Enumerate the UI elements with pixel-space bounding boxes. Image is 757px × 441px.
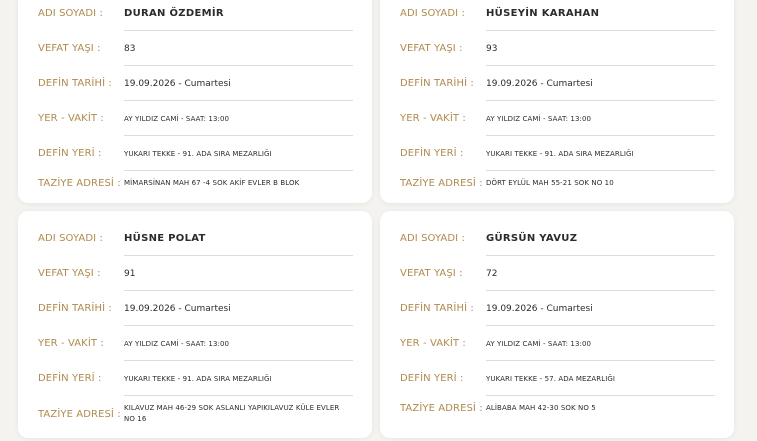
name-label: ADI SOYADI :: [400, 233, 465, 244]
place-value: YUKARI TEKKE - 91. ADA SIRA MEZARLIĞI: [124, 374, 272, 383]
age-value: 93: [486, 43, 498, 54]
address-value: ALİBABA MAH 42-30 SOK NO 5: [486, 404, 596, 412]
time-label: YER - VAKİT :: [38, 338, 104, 349]
time-value: AY YILDIZ CAMİ - SAAT: 13:00: [486, 114, 592, 123]
place-row: DEFİN YERİ : YUKARI TEKKE - 91. ADA SIRA…: [400, 136, 715, 171]
time-row: YER - VAKİT : AY YILDIZ CAMİ - SAAT: 13:…: [38, 326, 353, 361]
time-row: YER - VAKİT : AY YILDIZ CAMİ - SAAT: 13:…: [400, 326, 715, 361]
name-value: GÜRSÜN YAVUZ: [486, 233, 578, 244]
time-value: AY YILDIZ CAMİ - SAAT: 13:00: [486, 339, 592, 348]
address-label: TAZİYE ADRESİ :: [38, 408, 121, 420]
obituary-card: ADI SOYADI : GÜRSÜN YAVUZ VEFAT YAŞI : 7…: [380, 211, 734, 438]
time-row: YER - VAKİT : AY YILDIZ CAMİ - SAAT: 13:…: [400, 101, 715, 136]
age-row: VEFAT YAŞI : 72: [400, 256, 715, 291]
age-label: VEFAT YAŞI :: [400, 268, 463, 279]
place-row: DEFİN YERİ : YUKARI TEKKE - 57. ADA MEZA…: [400, 361, 715, 396]
date-value: 19.09.2026 - Cumartesi: [124, 78, 231, 89]
place-value: YUKARI TEKKE - 57. ADA MEZARLIĞI: [486, 374, 616, 383]
date-label: DEFİN TARİHİ :: [38, 78, 112, 89]
age-value: 83: [124, 43, 136, 54]
date-value: 19.09.2026 - Cumartesi: [486, 303, 593, 314]
obituary-card: ADI SOYADI : HÜSEYİN KARAHAN VEFAT YAŞI …: [380, 0, 734, 203]
address-row: TAZİYE ADRESİ : ALİBABA MAH 42-30 SOK NO…: [400, 396, 715, 420]
name-row: ADI SOYADI : HÜSEYİN KARAHAN: [400, 0, 715, 31]
obituary-card: ADI SOYADI : DURAN ÖZDEMİR VEFAT YAŞI : …: [18, 0, 372, 203]
name-label: ADI SOYADI :: [400, 8, 465, 19]
time-label: YER - VAKİT :: [38, 113, 104, 124]
name-value: HÜSNE POLAT: [124, 233, 206, 244]
name-row: ADI SOYADI : GÜRSÜN YAVUZ: [400, 221, 715, 256]
address-label: TAZİYE ADRESİ :: [400, 402, 483, 414]
place-label: DEFİN YERİ :: [400, 148, 464, 159]
name-row: ADI SOYADI : HÜSNE POLAT: [38, 221, 353, 256]
age-row: VEFAT YAŞI : 91: [38, 256, 353, 291]
place-row: DEFİN YERİ : YUKARI TEKKE - 91. ADA SIRA…: [38, 361, 353, 396]
time-value: AY YILDIZ CAMİ - SAAT: 13:00: [124, 114, 230, 123]
date-row: DEFİN TARİHİ : 19.09.2026 - Cumartesi: [38, 66, 353, 101]
age-row: VEFAT YAŞI : 83: [38, 31, 353, 66]
address-label: TAZİYE ADRESİ :: [400, 177, 483, 189]
place-value: YUKARI TEKKE - 91. ADA SIRA MEZARLIĞI: [124, 149, 272, 158]
address-row: TAZİYE ADRESİ : KILAVUZ MAH 46-29 SOK AS…: [38, 396, 353, 432]
place-label: DEFİN YERİ :: [38, 373, 102, 384]
date-value: 19.09.2026 - Cumartesi: [486, 78, 593, 89]
age-value: 72: [486, 268, 498, 279]
age-label: VEFAT YAŞI :: [38, 268, 101, 279]
age-value: 91: [124, 268, 136, 279]
time-row: YER - VAKİT : AY YILDIZ CAMİ - SAAT: 13:…: [38, 101, 353, 136]
place-row: DEFİN YERİ : YUKARI TEKKE - 91. ADA SIRA…: [38, 136, 353, 171]
address-value: DÖRT EYLÜL MAH 55-21 SOK NO 10: [486, 179, 614, 187]
place-label: DEFİN YERİ :: [400, 373, 464, 384]
age-label: VEFAT YAŞI :: [400, 43, 463, 54]
place-value: YUKARI TEKKE - 91. ADA SIRA MEZARLIĞI: [486, 149, 634, 158]
address-value: KILAVUZ MAH 46-29 SOK ASLANLI YAPIKILAVU…: [124, 404, 340, 423]
name-value: HÜSEYİN KARAHAN: [486, 8, 600, 19]
date-row: DEFİN TARİHİ : 19.09.2026 - Cumartesi: [400, 66, 715, 101]
date-row: DEFİN TARİHİ : 19.09.2026 - Cumartesi: [38, 291, 353, 326]
date-label: DEFİN TARİHİ :: [38, 303, 112, 314]
age-row: VEFAT YAŞI : 93: [400, 31, 715, 66]
date-row: DEFİN TARİHİ : 19.09.2026 - Cumartesi: [400, 291, 715, 326]
address-row: TAZİYE ADRESİ : MİMARSİNAN MAH 67 -4 SOK…: [38, 171, 353, 195]
place-label: DEFİN YERİ :: [38, 148, 102, 159]
name-value: DURAN ÖZDEMİR: [124, 8, 224, 19]
time-label: YER - VAKİT :: [400, 113, 466, 124]
address-value: MİMARSİNAN MAH 67 -4 SOK AKİF EVLER B BL…: [124, 179, 300, 187]
date-label: DEFİN TARİHİ :: [400, 78, 474, 89]
address-row: TAZİYE ADRESİ : DÖRT EYLÜL MAH 55-21 SOK…: [400, 171, 715, 195]
date-value: 19.09.2026 - Cumartesi: [124, 303, 231, 314]
name-row: ADI SOYADI : DURAN ÖZDEMİR: [38, 0, 353, 31]
address-label: TAZİYE ADRESİ :: [38, 177, 121, 189]
name-label: ADI SOYADI :: [38, 233, 103, 244]
name-label: ADI SOYADI :: [38, 8, 103, 19]
time-value: AY YILDIZ CAMİ - SAAT: 13:00: [124, 339, 230, 348]
age-label: VEFAT YAŞI :: [38, 43, 101, 54]
obituary-card: ADI SOYADI : HÜSNE POLAT VEFAT YAŞI : 91…: [18, 211, 372, 438]
date-label: DEFİN TARİHİ :: [400, 303, 474, 314]
time-label: YER - VAKİT :: [400, 338, 466, 349]
